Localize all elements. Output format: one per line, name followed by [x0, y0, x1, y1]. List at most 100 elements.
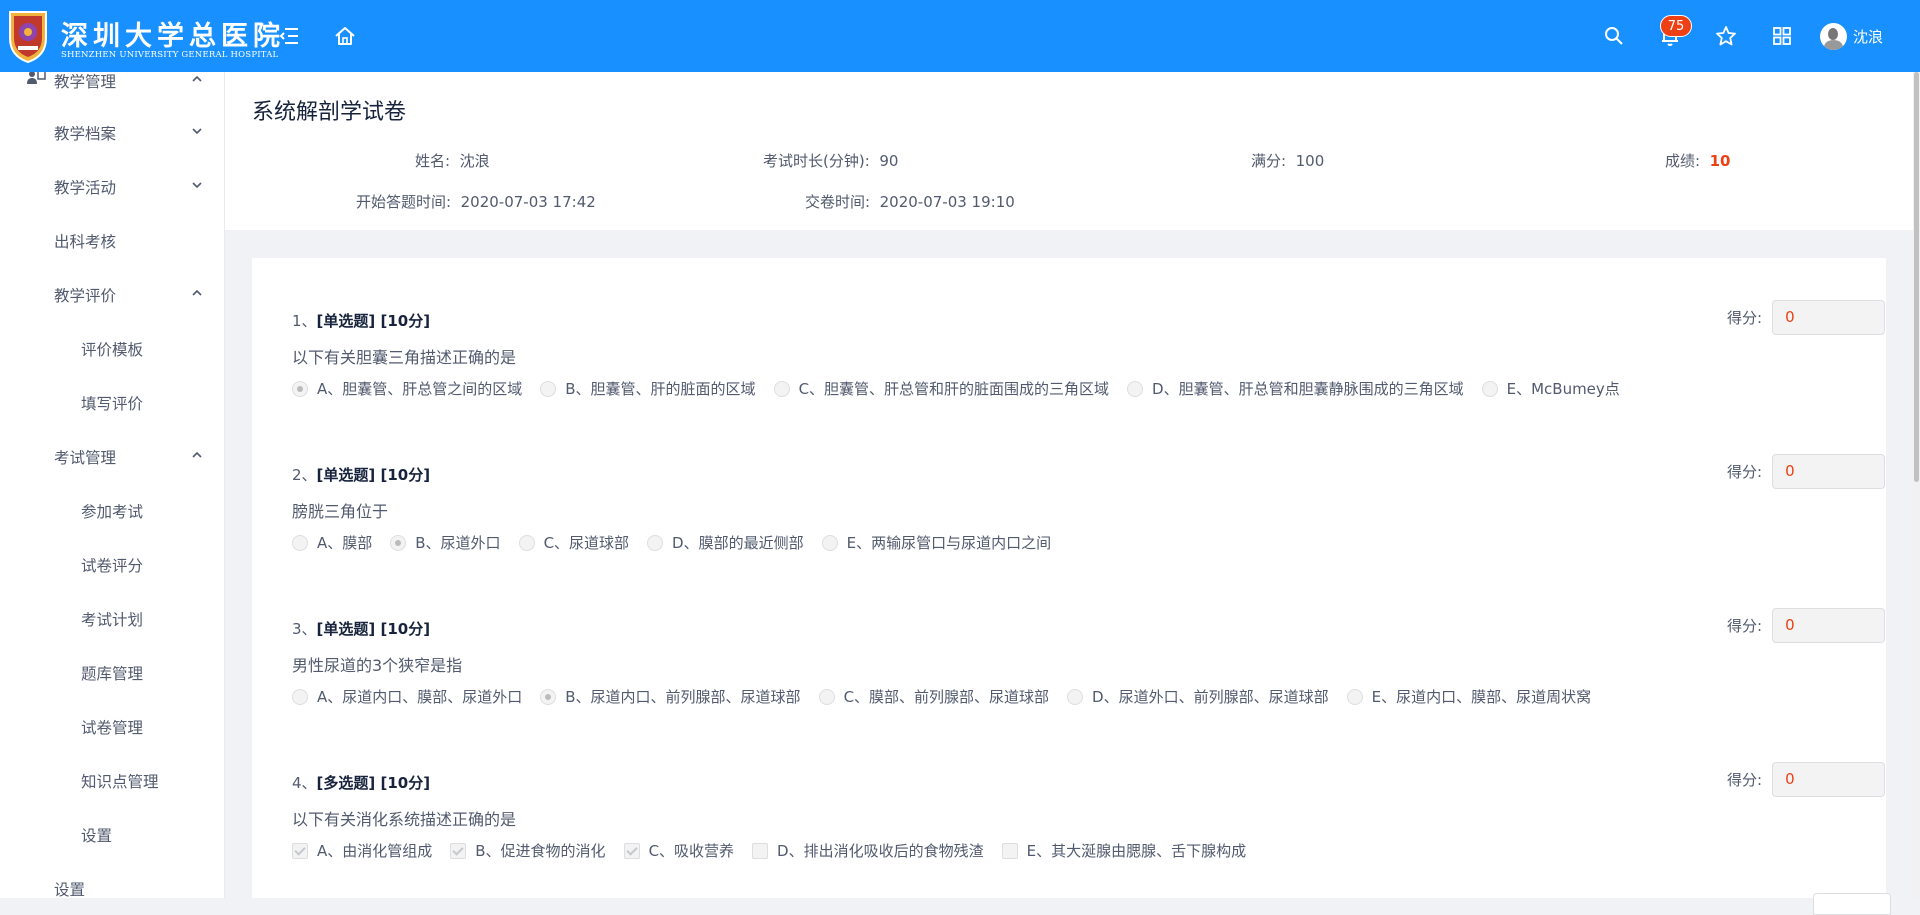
question-score: 得分: 0 — [1727, 762, 1886, 797]
answer-option[interactable]: C、膜部、前列腺部、尿道球部 — [818, 686, 1049, 707]
answer-radio[interactable] — [540, 688, 557, 705]
answer-checkbox[interactable] — [752, 842, 769, 859]
apps-grid-icon[interactable] — [1768, 22, 1796, 50]
answer-option-label: A、由消化管组成 — [317, 842, 433, 860]
answer-radio[interactable] — [1127, 380, 1144, 397]
sidebar-item-label: 教学评价 — [54, 287, 117, 305]
answer-checkbox[interactable] — [1001, 842, 1018, 859]
sidebar-item[interactable]: 设置 — [0, 814, 224, 858]
answer-radio[interactable] — [292, 534, 308, 551]
top-header: 深圳大学总医院 SHENZHEN UNIVERSITY GENERAL HOSP… — [0, 0, 1920, 72]
answer-option[interactable]: D、膜部的最近侧部 — [647, 532, 804, 553]
question-score-input[interactable]: 0 — [1772, 762, 1886, 797]
start-time-value: 2020-07-03 17:42 — [460, 193, 596, 211]
answer-option[interactable]: A、胆囊管、肝总管之间的区域 — [292, 378, 522, 399]
sidebar-item[interactable]: 填写评价 — [0, 382, 224, 426]
sidebar-item[interactable]: 评价模板 — [0, 328, 224, 372]
question-header: 1、[单选题] [10分] — [292, 310, 430, 331]
question-header: 3、[单选题] [10分] — [292, 618, 430, 639]
answer-option-label: E、尿道内口、膜部、尿道周状窝 — [1371, 688, 1592, 706]
sidebar-item-label: 知识点管理 — [81, 773, 159, 791]
sidebar-item[interactable]: 知识点管理 — [0, 760, 224, 804]
answer-option[interactable]: B、胆囊管、肝的脏面的区域 — [540, 378, 756, 399]
full-score-label: 满分: — [1251, 152, 1287, 170]
sidebar-item[interactable]: 考试管理 — [0, 436, 224, 480]
star-icon[interactable] — [1712, 22, 1740, 50]
sidebar-item[interactable]: 题库管理 — [0, 652, 224, 696]
answer-radio[interactable] — [1067, 688, 1084, 705]
answer-radio[interactable] — [647, 534, 664, 551]
sidebar-item-label: 考试计划 — [81, 611, 144, 629]
page-scrollbar-thumb[interactable] — [1914, 72, 1919, 482]
answer-checkbox[interactable] — [623, 842, 640, 859]
sidebar-item[interactable]: 考试计划 — [0, 598, 224, 642]
answer-option[interactable]: A、膜部 — [292, 532, 372, 553]
search-icon[interactable] — [1600, 22, 1628, 50]
question-number: 3、 — [292, 620, 317, 638]
user-menu[interactable]: 沈浪 — [1820, 22, 1883, 50]
answer-option[interactable]: D、尿道外口、前列腺部、尿道球部 — [1067, 686, 1329, 707]
answer-radio[interactable] — [540, 380, 557, 397]
answer-checkbox[interactable] — [292, 842, 308, 859]
floating-action-button[interactable] — [1813, 893, 1891, 915]
question-score-label: 得分: — [1727, 463, 1763, 481]
answer-option[interactable]: E、两输尿管口与尿道内口之间 — [821, 532, 1052, 553]
answer-option[interactable]: E、尿道内口、膜部、尿道周状窝 — [1346, 686, 1592, 707]
answer-options: A、尿道内口、膜部、尿道外口 B、尿道内口、前列腺部、尿道球部 C、膜部、前列腺部、… — [292, 686, 1609, 707]
question-score-input[interactable]: 0 — [1772, 300, 1886, 335]
score-label: 成绩: — [1665, 152, 1701, 170]
menu-collapse-icon[interactable] — [275, 22, 303, 50]
answer-option[interactable]: B、尿道内口、前列腺部、尿道球部 — [540, 686, 801, 707]
answer-option[interactable]: C、尿道球部 — [518, 532, 629, 553]
answer-radio[interactable] — [821, 534, 838, 551]
sidebar-item-label: 教学档案 — [54, 125, 117, 143]
sidebar-item[interactable]: 试卷评分 — [0, 544, 224, 588]
answer-radio[interactable] — [1346, 688, 1363, 705]
sidebar-item[interactable]: 设置 — [0, 868, 224, 898]
hospital-emblem-icon — [9, 11, 47, 64]
answer-option[interactable]: B、尿道外口 — [390, 532, 501, 553]
question-score-input[interactable]: 0 — [1772, 608, 1886, 643]
answer-option[interactable]: A、由消化管组成 — [292, 840, 432, 861]
sidebar-item[interactable]: 试卷管理 — [0, 706, 224, 750]
question-type: [单选题] [10分] — [316, 466, 431, 484]
sidebar-item-label: 设置 — [54, 881, 86, 898]
answer-radio[interactable] — [818, 688, 835, 705]
question-number: 1、 — [292, 312, 317, 330]
answer-option-label: E、两输尿管口与尿道内口之间 — [846, 534, 1052, 552]
sidebar-item[interactable]: 出科考核 — [0, 220, 224, 264]
sidebar-item-label: 设置 — [81, 827, 113, 845]
answer-option[interactable]: C、吸收营养 — [623, 840, 734, 861]
question-score: 得分: 0 — [1727, 608, 1886, 643]
answer-option[interactable]: E、其大涎腺由腮腺、舌下腺构成 — [1001, 840, 1246, 861]
answer-option[interactable]: D、排出消化吸收后的食物残渣 — [752, 840, 984, 861]
sidebar-item-label: 填写评价 — [81, 395, 144, 413]
sidebar-item[interactable]: 教学活动 — [0, 166, 224, 210]
info-name: 姓名: 沈浪 — [415, 150, 490, 171]
answer-option[interactable]: E、McBumey点 — [1481, 378, 1620, 399]
answer-option[interactable]: D、胆囊管、肝总管和胆囊静脉围成的三角区域 — [1127, 378, 1464, 399]
sidebar-item[interactable]: 参加考试 — [0, 490, 224, 534]
answer-checkbox[interactable] — [450, 842, 467, 859]
answer-radio[interactable] — [518, 534, 535, 551]
sidebar-item[interactable]: 教学评价 — [0, 274, 224, 318]
sidebar-item-label: 教学管理 — [54, 73, 117, 91]
question-number: 2、 — [292, 466, 317, 484]
answer-radio[interactable] — [390, 534, 407, 551]
answer-option[interactable]: A、尿道内口、膜部、尿道外口 — [292, 686, 522, 707]
notification-badge[interactable]: 75 — [1660, 15, 1692, 37]
answer-option[interactable]: C、胆囊管、肝总管和肝的脏面围成的三角区域 — [773, 378, 1109, 399]
answer-radio[interactable] — [292, 688, 308, 705]
answer-radio[interactable] — [773, 380, 790, 397]
home-icon[interactable] — [331, 22, 359, 50]
answer-radio[interactable] — [1481, 380, 1498, 397]
sidebar-item[interactable]: 教学管理 — [0, 72, 224, 104]
sidebar-item-label: 出科考核 — [54, 233, 117, 251]
answer-option[interactable]: B、促进食物的消化 — [450, 840, 606, 861]
answer-option-label: A、膜部 — [317, 534, 373, 552]
answer-radio[interactable] — [292, 380, 308, 397]
question-list-card: 1、[单选题] [10分] 以下有关胆囊三角描述正确的是 A、胆囊管、肝总管之间的区… — [252, 258, 1886, 898]
hospital-logo[interactable]: 深圳大学总医院 SHENZHEN UNIVERSITY GENERAL HOSP… — [6, 8, 280, 64]
sidebar-item[interactable]: 教学档案 — [0, 112, 224, 156]
question-score-input[interactable]: 0 — [1772, 454, 1886, 489]
